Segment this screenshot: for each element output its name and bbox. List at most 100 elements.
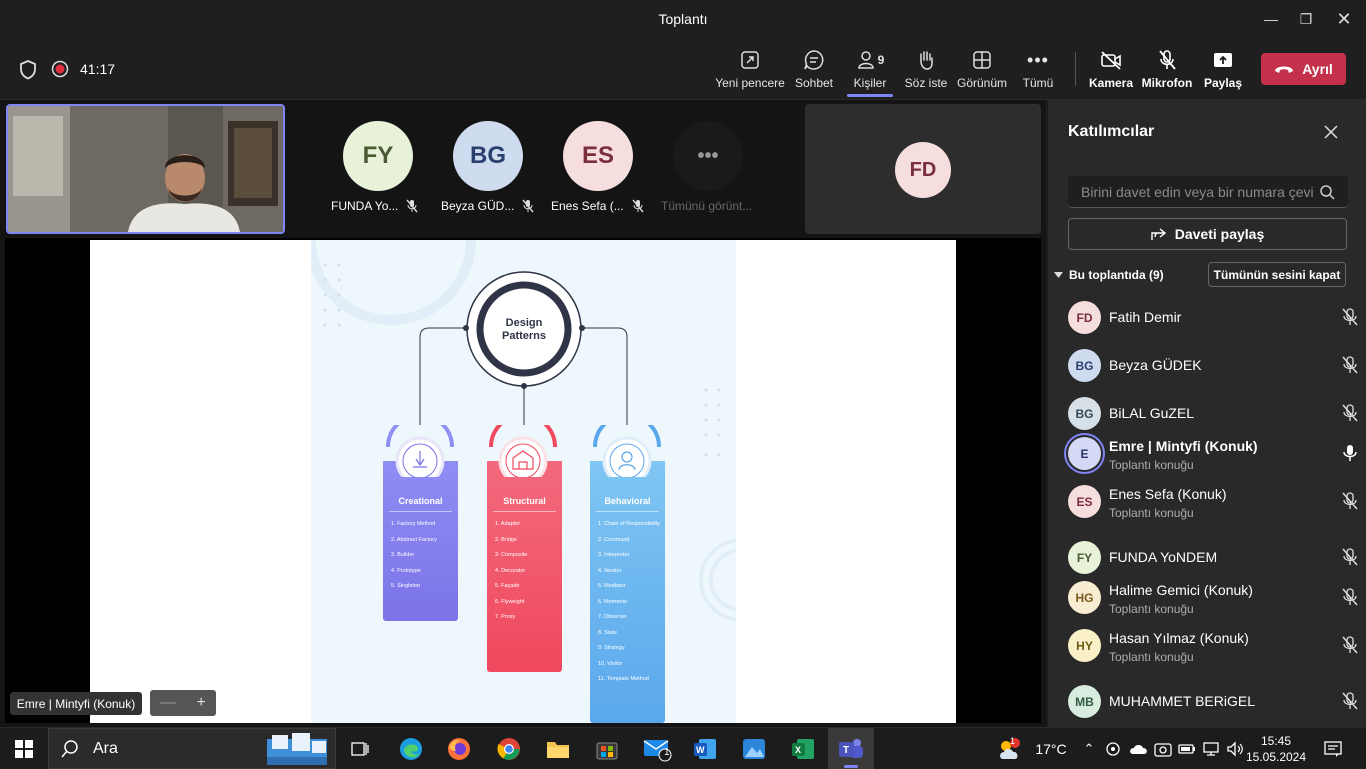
meeting-timer: 41:17: [80, 61, 116, 77]
poster-center-title: Design Patterns: [501, 317, 547, 342]
zoom-controls: — +: [150, 690, 216, 716]
chevron-down-icon: [1054, 271, 1063, 278]
mail-app[interactable]: 1: [640, 728, 676, 769]
view-button[interactable]: Görünüm: [957, 48, 1007, 96]
participant-avatar: BG: [1068, 349, 1101, 382]
security-icon[interactable]: [1153, 728, 1173, 769]
more-button[interactable]: ••• Tümü: [1022, 48, 1054, 96]
participant-row[interactable]: BG BiLAL GuZEL: [1068, 394, 1358, 438]
mic-off-icon[interactable]: [1342, 588, 1358, 606]
participant-row[interactable]: ES Enes Sefa (Konuk) Toplantı konuğu: [1068, 482, 1358, 526]
view-all-button[interactable]: •••: [673, 121, 743, 191]
participant-row[interactable]: HG Halime Gemici (Konuk) Toplantı konuğu: [1068, 578, 1358, 622]
mic-off-icon[interactable]: [1342, 356, 1358, 374]
word-app[interactable]: W: [689, 728, 721, 769]
raise-hand-button[interactable]: Söz iste: [905, 48, 947, 96]
search-icon: [1320, 185, 1335, 200]
in-meeting-section-toggle[interactable]: Bu toplantıda (9): [1054, 268, 1164, 282]
creational-icon: [386, 425, 454, 477]
task-view-button[interactable]: [346, 728, 374, 769]
svg-text:W: W: [696, 745, 705, 755]
chrome-icon: [497, 737, 520, 760]
structural-icon: [489, 425, 557, 477]
people-icon: [857, 51, 874, 69]
notifications-button[interactable]: [1318, 728, 1348, 769]
excel-app[interactable]: X: [787, 728, 819, 769]
file-explorer-app[interactable]: [542, 728, 574, 769]
participant-avatar: BG: [1068, 397, 1101, 430]
self-video-tile[interactable]: [6, 104, 285, 234]
svg-text:T: T: [843, 745, 849, 756]
mic-off-icon[interactable]: [1342, 404, 1358, 422]
participant-name: Hasan Yılmaz (Konuk): [1109, 630, 1249, 646]
participant-role: Toplantı konuğu: [1109, 650, 1194, 664]
store-app[interactable]: [591, 728, 623, 769]
panel-title: Katılımcılar: [1068, 123, 1155, 140]
active-tab-indicator: [847, 94, 893, 97]
battery-icon[interactable]: [1177, 728, 1197, 769]
presenter-video: [8, 106, 283, 232]
leave-button[interactable]: Ayrıl: [1261, 53, 1346, 85]
svg-text:X: X: [795, 745, 801, 755]
tray-chevron-icon[interactable]: ⌃: [1080, 728, 1098, 769]
participant-row[interactable]: FY FUNDA YoNDEM: [1068, 538, 1358, 582]
volume-icon[interactable]: [1225, 728, 1245, 769]
participant-avatar[interactable]: ES: [563, 121, 633, 191]
participant-avatar[interactable]: BG: [453, 121, 523, 191]
mic-off-icon: [1159, 50, 1176, 70]
edge-app[interactable]: [395, 728, 427, 769]
mic-off-icon[interactable]: [1342, 692, 1358, 710]
chat-icon: [804, 50, 824, 70]
close-icon[interactable]: [1324, 125, 1338, 139]
participant-avatar: FD: [1068, 301, 1101, 334]
clock[interactable]: 15:45 15.05.2024: [1246, 728, 1306, 769]
camera-button[interactable]: Kamera: [1089, 48, 1133, 96]
zoom-out-button[interactable]: —: [160, 694, 176, 712]
pattern-column-creational: Creational 1. Factory Method 2. Abstract…: [383, 461, 458, 621]
participant-name: Beyza GÜDEK: [1109, 357, 1202, 373]
network-icon[interactable]: [1201, 728, 1221, 769]
participant-tile[interactable]: FD: [805, 104, 1041, 234]
photos-app[interactable]: [738, 728, 770, 769]
participant-name: Halime Gemici (Konuk): [1109, 582, 1253, 598]
weather-widget[interactable]: 1: [995, 728, 1025, 769]
temperature-text: 17°C: [1035, 740, 1067, 757]
participant-row[interactable]: BG Beyza GÜDEK: [1068, 346, 1358, 390]
chat-button[interactable]: Sohbet: [795, 48, 833, 96]
participants-panel: Katılımcılar Birini davet edin veya bir …: [1047, 100, 1366, 727]
mic-off-icon: [522, 199, 534, 213]
people-button[interactable]: 9 Kişiler: [847, 48, 893, 97]
participant-avatar[interactable]: FY: [343, 121, 413, 191]
view-all-label[interactable]: Tümünü görünt...: [661, 199, 752, 213]
participant-role: Toplantı konuğu: [1109, 506, 1194, 520]
participant-row[interactable]: MB MUHAMMET BERiGEL: [1068, 682, 1358, 726]
mic-off-icon[interactable]: [1342, 636, 1358, 654]
mute-all-button[interactable]: Tümünün sesini kapat: [1208, 262, 1346, 287]
microphone-button[interactable]: Mikrofon: [1142, 48, 1192, 96]
shield-icon: [20, 60, 36, 80]
participant-row[interactable]: E Emre | Mintyfi (Konuk) Toplantı konuğu: [1068, 434, 1358, 478]
teams-app[interactable]: T: [828, 728, 874, 769]
firefox-app[interactable]: [443, 728, 475, 769]
participant-row[interactable]: FD Fatih Demir: [1068, 298, 1358, 342]
notifications-icon: [1324, 740, 1342, 757]
participant-avatar: ES: [1068, 485, 1101, 518]
participant-row[interactable]: HY Hasan Yılmaz (Konuk) Toplantı konuğu: [1068, 626, 1358, 670]
folder-icon: [547, 741, 569, 758]
close-window-button[interactable]: ✕: [1321, 0, 1366, 38]
behavioral-icon: [593, 425, 661, 477]
zoom-in-button[interactable]: +: [196, 694, 205, 712]
share-screen-button[interactable]: Paylaş: [1204, 48, 1242, 96]
new-window-button[interactable]: Yeni pencere: [715, 48, 785, 96]
chrome-app[interactable]: [493, 728, 525, 769]
mic-off-icon[interactable]: [1342, 548, 1358, 566]
mic-off-icon[interactable]: [1342, 308, 1358, 326]
share-invite-button[interactable]: Daveti paylaş: [1068, 218, 1347, 250]
mic-off-icon[interactable]: [1342, 492, 1358, 510]
start-button[interactable]: [0, 728, 48, 769]
invite-search-input[interactable]: Birini davet edin veya bir numara çeviri…: [1068, 176, 1348, 208]
meet-now-icon[interactable]: [1104, 728, 1122, 769]
mic-on-icon[interactable]: [1342, 444, 1358, 462]
more-dots-icon: •••: [1027, 49, 1049, 70]
onedrive-icon[interactable]: [1128, 728, 1150, 769]
